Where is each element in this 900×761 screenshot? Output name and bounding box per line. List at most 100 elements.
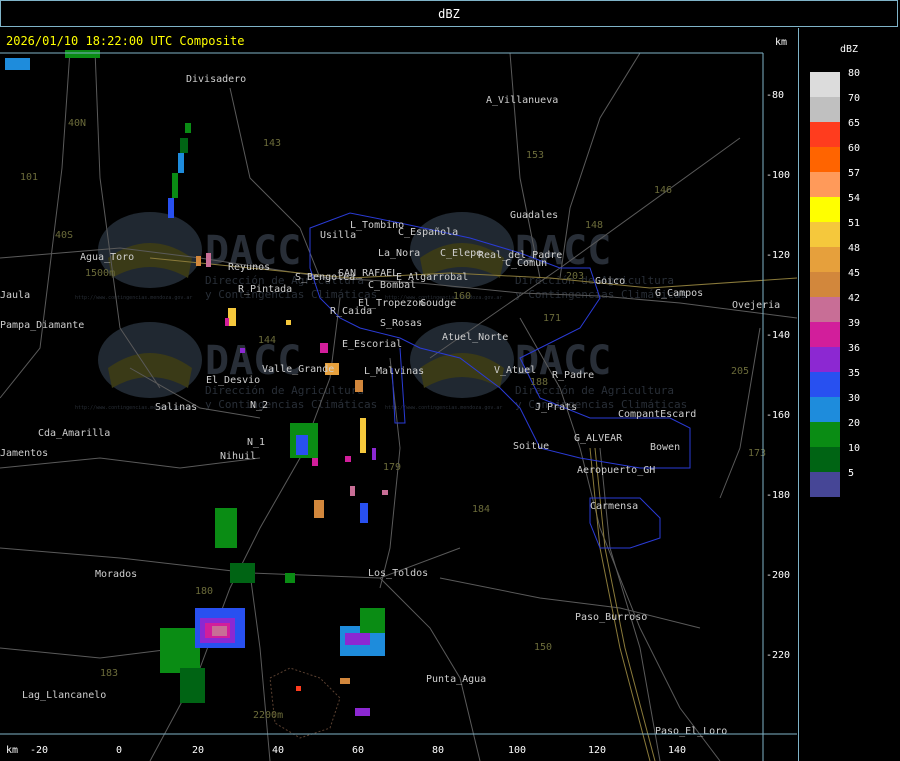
legend-swatch [810, 272, 840, 297]
place-label: L_Malvinas [364, 366, 424, 377]
legend-swatch [810, 197, 840, 222]
y-axis-unit: km [775, 37, 787, 48]
legend-value: 5 [848, 468, 855, 479]
x-tick-label: 120 [588, 745, 606, 756]
place-label: N_1 [247, 437, 265, 448]
place-label: Paso_Burroso [575, 612, 647, 623]
legend-swatch [810, 397, 840, 422]
place-label: SAN_RAFAEL [338, 268, 398, 279]
place-label: Valle_Grande [262, 364, 334, 375]
place-label: Los_Toldos [368, 568, 428, 579]
x-tick-label: 80 [432, 745, 444, 756]
route-label: 180 [195, 586, 213, 597]
legend-swatch [810, 97, 840, 122]
route-label: 146 [654, 185, 672, 196]
x-tick-label: 20 [192, 745, 204, 756]
x-tick-label: 0 [116, 745, 122, 756]
route-label: 205 [731, 366, 749, 377]
route-label: 101 [20, 172, 38, 183]
x-tick-label: 140 [668, 745, 686, 756]
place-label: C_Comun [505, 258, 547, 269]
place-label: Paso_El_Loro [655, 726, 727, 737]
y-tick-label: -180 [766, 490, 790, 501]
place-label: V_Atuel [494, 365, 536, 376]
legend-swatch [810, 297, 840, 322]
place-label: Cda_Amarilla [38, 428, 110, 439]
place-label: Jaula [0, 290, 30, 301]
route-label: 148 [585, 220, 603, 231]
radar-map[interactable]: DACC Dirección de Agricultura y Continge… [0, 28, 797, 761]
x-tick-label: 40 [272, 745, 284, 756]
watermark-url: http://www.contingencias.mendoza.gov.ar [385, 405, 502, 411]
x-tick-label: -20 [30, 745, 48, 756]
route-label: 2200m [253, 710, 283, 721]
x-tick-label: 100 [508, 745, 526, 756]
x-axis-unit: km [6, 745, 18, 756]
legend-swatch [810, 72, 840, 97]
legend-swatch [810, 122, 840, 147]
y-tick-label: -220 [766, 650, 790, 661]
place-label: C_Elepe [440, 248, 482, 259]
legend-value: 20 [848, 418, 861, 429]
legend-value: 57 [848, 168, 861, 179]
legend-swatch [810, 247, 840, 272]
legend-swatch [810, 147, 840, 172]
place-label: Salinas [155, 402, 197, 413]
place-label: Pampa_Diamante [0, 320, 84, 331]
place-label: CompantEscard [618, 409, 696, 420]
legend-swatch [810, 447, 840, 472]
legend-swatch [810, 372, 840, 397]
legend-value: 80 [848, 68, 861, 79]
place-label: R_Caida [330, 306, 372, 317]
place-label: C_Española [398, 227, 458, 238]
route-label: 153 [526, 150, 544, 161]
place-label: Goudge [420, 298, 456, 309]
legend-value: 70 [848, 93, 861, 104]
legend-swatch [810, 322, 840, 347]
place-label: Jamentos [0, 448, 48, 459]
legend-swatch [810, 347, 840, 372]
place-label: Morados [95, 569, 137, 580]
place-label: Bowen [650, 442, 680, 453]
watermark-url: http://www.contingencias.mendoza.gov.ar [75, 295, 192, 301]
title-bar: dBZ [0, 0, 898, 27]
place-label: Divisadero [186, 74, 246, 85]
route-label: 160 [453, 291, 471, 302]
route-label: 40S [55, 230, 73, 241]
place-label: Goico [595, 276, 625, 287]
legend-value: 60 [848, 143, 861, 154]
place-label: Usilla [320, 230, 356, 241]
y-tick-label: -100 [766, 170, 790, 181]
legend-value: 48 [848, 243, 861, 254]
place-label: Punta_Agua [426, 674, 486, 685]
place-label: Lag_Llancanelo [22, 690, 106, 701]
legend-value: 65 [848, 118, 861, 129]
legend-value: 51 [848, 218, 861, 229]
legend-value: 10 [848, 443, 861, 454]
y-tick-label: -120 [766, 250, 790, 261]
watermark-line2: y Contingencias Climáticas [205, 398, 377, 411]
route-label: 1500m [85, 268, 115, 279]
product-title: dBZ [438, 7, 460, 21]
place-label: R_Padre [552, 370, 594, 381]
place-label: J_Prats [535, 402, 577, 413]
place-label: G_Campos [655, 288, 703, 299]
place-label: Soitue [513, 441, 549, 452]
legend-swatch [810, 222, 840, 247]
legend-value: 54 [848, 193, 861, 204]
place-label: El_Desvio [206, 375, 260, 386]
y-tick-label: -80 [766, 90, 784, 101]
place-label: Atuel_Norte [442, 332, 508, 343]
place-label: S_Rosas [380, 318, 422, 329]
place-label: L_Tombino [350, 220, 404, 231]
route-label: 183 [100, 668, 118, 679]
y-tick-label: -140 [766, 330, 790, 341]
timestamp-label: 2026/01/10 18:22:00 UTC Composite [6, 34, 244, 48]
legend-value: 42 [848, 293, 861, 304]
route-label: 179 [383, 462, 401, 473]
legend-value: 36 [848, 343, 861, 354]
route-label: 143 [263, 138, 281, 149]
place-label: G_ALVEAR [574, 433, 623, 444]
route-label: 40N [68, 118, 86, 129]
place-label: Aeropuerto_GH [577, 465, 655, 476]
